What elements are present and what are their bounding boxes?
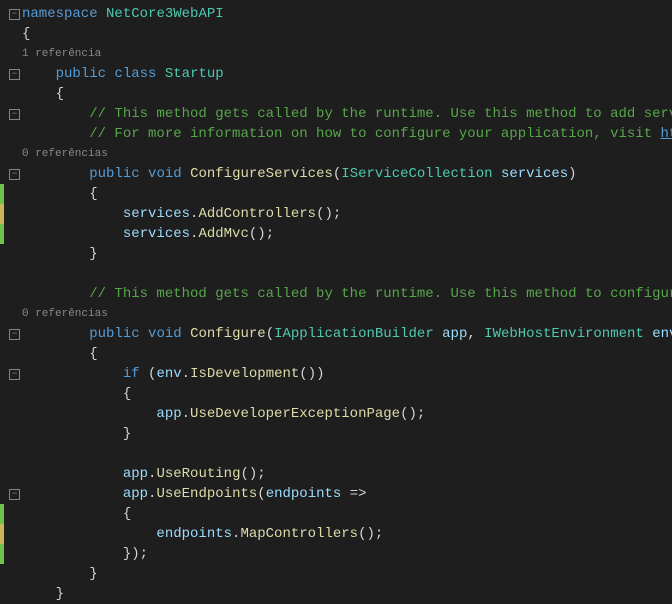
fold-toggle-icon[interactable]: − xyxy=(9,9,20,20)
method-name: Configure xyxy=(190,326,266,342)
namespace-name: NetCore3WebAPI xyxy=(106,6,224,22)
comment-link[interactable]: https xyxy=(661,126,672,142)
brace: { xyxy=(22,26,30,42)
fold-toggle-icon[interactable]: − xyxy=(9,109,20,120)
change-indicator xyxy=(0,544,4,564)
comment: // This method gets called by the runtim… xyxy=(89,106,672,122)
comment: // For more information on how to config… xyxy=(89,126,660,142)
brace: { xyxy=(56,86,64,102)
fold-toggle-icon[interactable]: − xyxy=(9,329,20,340)
fold-toggle-icon[interactable]: − xyxy=(9,69,20,80)
fold-toggle-icon[interactable]: − xyxy=(9,169,20,180)
fold-toggle-icon[interactable]: − xyxy=(9,369,20,380)
keyword-public: public xyxy=(56,66,106,82)
comment: // This method gets called by the runtim… xyxy=(89,286,672,302)
code-editor[interactable]: namespace NetCore3WebAPI { 1 referência … xyxy=(22,0,672,600)
codelens-reference[interactable]: 0 referências xyxy=(22,144,672,164)
keyword-namespace: namespace xyxy=(22,6,98,22)
codelens-reference[interactable]: 1 referência xyxy=(22,44,672,64)
change-indicator xyxy=(0,524,4,544)
keyword-class: class xyxy=(114,66,156,82)
change-indicator xyxy=(0,184,4,204)
change-indicator xyxy=(0,224,4,244)
class-name: Startup xyxy=(165,66,224,82)
change-indicator xyxy=(0,504,4,524)
fold-toggle-icon[interactable]: − xyxy=(9,489,20,500)
method-name: ConfigureServices xyxy=(190,166,333,182)
codelens-reference[interactable]: 0 referências xyxy=(22,304,672,324)
fold-gutter: − − − − − − − xyxy=(0,0,22,600)
change-indicator xyxy=(0,204,4,224)
